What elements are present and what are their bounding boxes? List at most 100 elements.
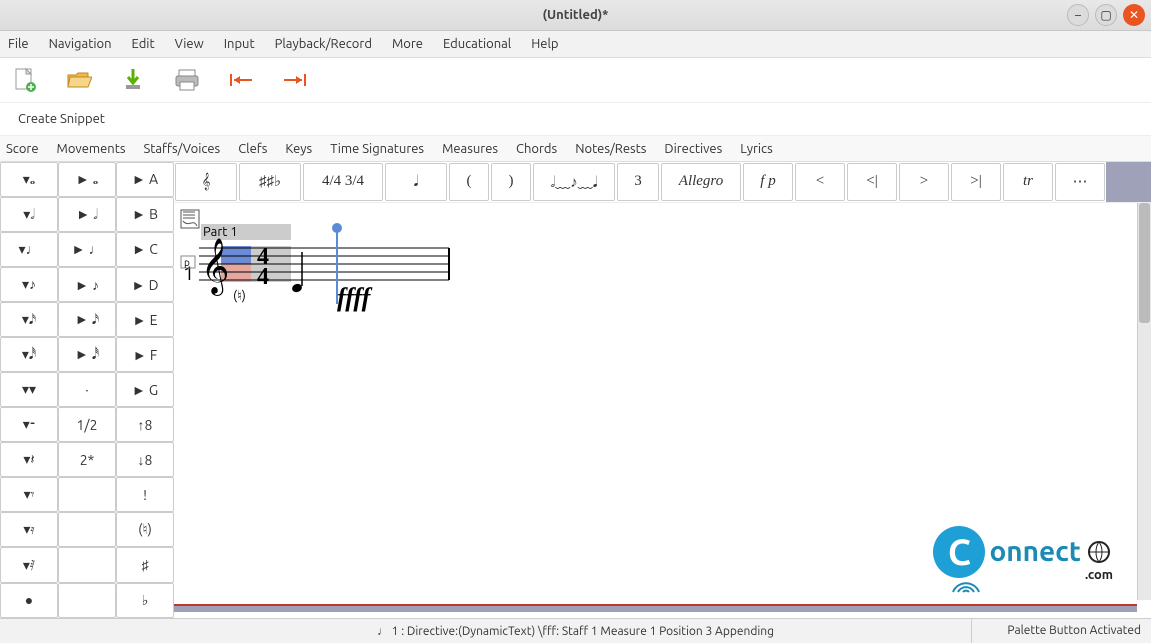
goto-end-icon[interactable]	[282, 67, 308, 93]
download-icon[interactable]	[120, 67, 146, 93]
palette-btn[interactable]: ▾𝅗𝅥	[0, 197, 58, 232]
palette-btn[interactable]: ▾𝅘𝅥𝅯	[0, 302, 58, 337]
palette-btn[interactable]: ► F	[116, 337, 174, 372]
menu-file[interactable]: File	[8, 37, 29, 51]
tool-button-8[interactable]: Allegro	[661, 163, 741, 201]
palette-btn[interactable]	[58, 547, 116, 582]
palette-btn[interactable]: ♭	[116, 583, 174, 618]
palette-btn[interactable]: ▾𝅘𝅥𝅰	[0, 337, 58, 372]
vertical-scrollbar[interactable]	[1137, 203, 1151, 600]
palette-btn[interactable]: ► E	[116, 302, 174, 337]
palette-btn[interactable]: ► ♪	[58, 267, 116, 302]
tool-button-9[interactable]: f p	[743, 163, 793, 201]
palette-btn[interactable]: ► 𝅗𝅥	[58, 197, 116, 232]
palette-btn[interactable]: ▾♪	[0, 267, 58, 302]
palette-btn[interactable]: 1/2	[58, 407, 116, 442]
content-pane: 𝄞♯♯♭4/4 3/4𝅘𝅥()𝅗𝅥﹏♪﹏𝅘𝅥3Allegrof p<<|>>|t…	[174, 162, 1151, 618]
palette-btn[interactable]: ▾𝄾	[0, 477, 58, 512]
palette-btn[interactable]: ▾𝄿	[0, 512, 58, 547]
tool-button-14[interactable]: tr	[1003, 163, 1053, 201]
menu-playback[interactable]: Playback/Record	[275, 37, 372, 51]
tool-button-10[interactable]: <	[795, 163, 845, 201]
scrollbar-thumb[interactable]	[1139, 203, 1150, 323]
tool-button-0[interactable]: 𝄞	[175, 163, 237, 201]
tab-clefs[interactable]: Clefs	[238, 142, 267, 156]
tool-button-5[interactable]: )	[491, 163, 531, 201]
tool-button-15[interactable]: ⋯	[1055, 163, 1105, 201]
tool-button-7[interactable]: 3	[617, 163, 659, 201]
palette-btn[interactable]: ▾𝄽	[0, 442, 58, 477]
tab-notes[interactable]: Notes/Rests	[575, 142, 646, 156]
snippet-toolbar: Create Snippet	[0, 103, 1151, 136]
menu-edit[interactable]: Edit	[132, 37, 155, 51]
duration-palette: ▾𝅝 ▾𝅗𝅥 ▾♩ ▾♪ ▾𝅘𝅥𝅯 ▾𝅘𝅥𝅰 ▾▾ ▾𝄼 ▾𝄽 ▾𝄾 ▾𝄿 ▾𝅀…	[0, 162, 58, 618]
palette-btn[interactable]: ▾▾	[0, 372, 58, 407]
tab-keys[interactable]: Keys	[285, 142, 312, 156]
palette-btn[interactable]: ► D	[116, 267, 174, 302]
palette-btn[interactable]: ↑8	[116, 407, 174, 442]
tool-button-6[interactable]: 𝅗𝅥﹏♪﹏𝅘𝅥	[533, 163, 615, 201]
palette-btn[interactable]: ► 𝅝	[58, 162, 116, 197]
horizontal-scrollbar[interactable]	[174, 606, 1137, 612]
create-snippet-button[interactable]: Create Snippet	[18, 112, 105, 126]
score-canvas[interactable]: Part 1 1 p	[174, 202, 1151, 618]
globe-icon	[1087, 540, 1111, 564]
status-right: Palette Button Activated	[971, 619, 1151, 643]
palette-btn[interactable]: ●	[0, 583, 58, 618]
insert-palette: ► 𝅝 ► 𝅗𝅥 ► ♩ ► ♪ ► 𝅘𝅥𝅯 ► 𝅘𝅥𝅰 · 1/2 2*	[58, 162, 116, 618]
palette-btn[interactable]: ▾𝅝	[0, 162, 58, 197]
palette-btn[interactable]: ► B	[116, 197, 174, 232]
print-icon[interactable]	[174, 67, 200, 93]
logo-c-icon: C	[933, 526, 985, 578]
close-button[interactable]: ✕	[1123, 4, 1145, 26]
tab-directives[interactable]: Directives	[664, 142, 722, 156]
minimize-button[interactable]: –	[1067, 4, 1089, 26]
wifi-icon	[951, 574, 981, 596]
tab-staffs[interactable]: Staffs/Voices	[143, 142, 220, 156]
palette-btn[interactable]	[58, 477, 116, 512]
menu-help[interactable]: Help	[531, 37, 558, 51]
palette-btn[interactable]: ·	[58, 372, 116, 407]
menu-input[interactable]: Input	[224, 37, 255, 51]
category-tabs: Score Movements Staffs/Voices Clefs Keys…	[0, 136, 1151, 161]
menu-navigation[interactable]: Navigation	[49, 37, 112, 51]
tab-timesig[interactable]: Time Signatures	[330, 142, 424, 156]
tool-button-12[interactable]: >	[899, 163, 949, 201]
menu-more[interactable]: More	[392, 37, 423, 51]
menu-view[interactable]: View	[175, 37, 204, 51]
tool-button-1[interactable]: ♯♯♭	[239, 163, 301, 201]
palette-btn[interactable]: ► C	[116, 232, 174, 267]
tab-measures[interactable]: Measures	[442, 142, 498, 156]
palette-btn[interactable]: ♯	[116, 547, 174, 582]
palette-btn[interactable]: ► A	[116, 162, 174, 197]
maximize-button[interactable]: ▢	[1095, 4, 1117, 26]
palette-btn[interactable]: ► G	[116, 372, 174, 407]
palette-btn[interactable]: !	[116, 477, 174, 512]
tool-button-2[interactable]: 4/4 3/4	[303, 163, 383, 201]
tool-button-4[interactable]: (	[449, 163, 489, 201]
palette-btn[interactable]: 2*	[58, 442, 116, 477]
new-file-icon[interactable]	[12, 67, 38, 93]
tab-movements[interactable]: Movements	[57, 142, 126, 156]
palette-btn[interactable]: ▾𝅀	[0, 547, 58, 582]
open-folder-icon[interactable]	[66, 67, 92, 93]
palette-btn[interactable]: ▾𝄼	[0, 407, 58, 442]
palette-btn[interactable]: ► 𝅘𝅥𝅰	[58, 337, 116, 372]
tool-button-3[interactable]: 𝅘𝅥	[385, 163, 447, 201]
palette-btn[interactable]: ► ♩	[58, 232, 116, 267]
tool-button-11[interactable]: <|	[847, 163, 897, 201]
svg-text:4: 4	[257, 264, 269, 290]
tab-score[interactable]: Score	[6, 142, 39, 156]
tool-button-13[interactable]: >|	[951, 163, 1001, 201]
tab-lyrics[interactable]: Lyrics	[740, 142, 773, 156]
palette-btn[interactable]: ↓8	[116, 442, 174, 477]
palette-btn[interactable]	[58, 583, 116, 618]
tab-chords[interactable]: Chords	[516, 142, 557, 156]
palette-btn[interactable]: ► 𝅘𝅥𝅯	[58, 302, 116, 337]
palette-btn[interactable]	[58, 512, 116, 547]
palette-btn[interactable]: (♮)	[116, 512, 174, 547]
menu-educational[interactable]: Educational	[443, 37, 511, 51]
palette-btn[interactable]: ▾♩	[0, 232, 58, 267]
goto-start-icon[interactable]	[228, 67, 254, 93]
object-toolbar: 𝄞♯♯♭4/4 3/4𝅘𝅥()𝅗𝅥﹏♪﹏𝅘𝅥3Allegrof p<<|>>|t…	[174, 162, 1151, 202]
